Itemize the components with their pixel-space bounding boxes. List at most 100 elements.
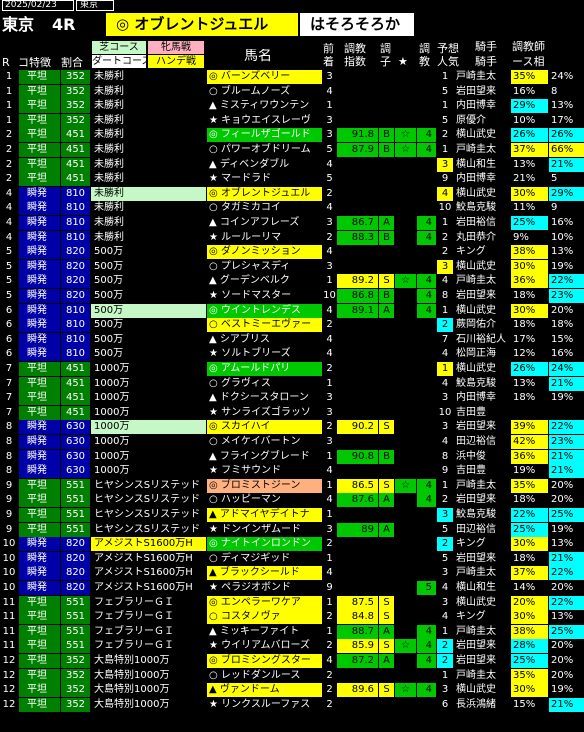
mark-icon: ◎ xyxy=(209,655,218,666)
ratio-cell: 551 xyxy=(60,595,90,610)
jockey-rate-cell: 18% xyxy=(510,391,548,406)
training-cell: 4 xyxy=(416,303,436,318)
star-cell xyxy=(394,201,416,216)
prev-finish-cell: 4 xyxy=(322,303,336,318)
jockey-cell: 横山武史 xyxy=(453,259,510,274)
ratio-cell: 352 xyxy=(60,683,90,698)
condition-cell xyxy=(378,668,394,683)
horse-cell: ★ サンライズゴラッソ xyxy=(206,405,322,420)
jockey-cell: 田辺裕信 xyxy=(453,435,510,449)
jockey-rate-cell: 20% xyxy=(510,595,548,610)
col-dg-2: 指数 xyxy=(344,56,366,67)
race-class-cell: 未勝利 xyxy=(90,230,206,245)
popularity-cell: 5 xyxy=(436,84,453,99)
horse-cell: ○ コスタノヴァ xyxy=(206,610,322,625)
race-number-cell: 11 xyxy=(0,595,18,610)
trainer-rate-cell: 66% xyxy=(548,143,584,157)
ratio-cell: 352 xyxy=(60,654,90,668)
horse-cell: ▲ ミスティワウンテン xyxy=(206,99,322,114)
trainer-rate-cell: 18% xyxy=(548,318,584,333)
jockey-cell: 横山武史 xyxy=(453,186,510,201)
condition-cell xyxy=(378,347,394,362)
condition-cell: A xyxy=(378,624,394,639)
ratio-cell: 630 xyxy=(60,449,90,464)
ratio-cell: 551 xyxy=(60,493,90,508)
ratio-cell: 810 xyxy=(60,230,90,245)
horse-name: ナイトインロンドン xyxy=(217,538,311,550)
mark-icon: ◎ xyxy=(209,187,218,199)
race-number-cell: 10 xyxy=(0,537,18,552)
condition-cell: A xyxy=(378,522,394,537)
table-row: 1 平坦 352 未勝利 ○ ブルームノーズ 4 5 岩田望来 16% 8 xyxy=(0,84,584,99)
ratio-cell: 820 xyxy=(60,566,90,581)
horse-cell: ◎ ナイトインロンドン xyxy=(206,537,322,552)
condition-cell xyxy=(378,172,394,187)
training-cell xyxy=(416,449,436,464)
star-cell xyxy=(394,508,416,522)
col-jk-1: 騎手 xyxy=(475,41,497,52)
table-row: 9 平坦 551 ヒヤシンスSリステッド ◎ ブロミストジーン 1 86.5 S ☆ 4 1 戸崎圭太… xyxy=(0,478,584,493)
training-cell xyxy=(416,464,436,479)
condition-cell xyxy=(378,551,394,566)
race-class-cell: 未勝利 xyxy=(90,128,206,143)
track-type-cell: 瞬発 xyxy=(18,274,60,289)
popularity-cell: 1 xyxy=(436,99,453,114)
horse-name: グーデンベルク xyxy=(216,275,290,287)
prev-finish-cell: 1 xyxy=(322,376,336,391)
prev-finish-cell: 2 xyxy=(322,668,336,683)
ratio-cell: 810 xyxy=(60,201,90,216)
horse-name: ウイントレンデス xyxy=(217,304,301,316)
race-class-cell: 500万 xyxy=(90,259,206,274)
trainer-rate-cell: 19% xyxy=(548,522,584,537)
prev-finish-cell: 4 xyxy=(322,332,336,347)
trainer-rate-cell: 20% xyxy=(548,478,584,493)
ratio-cell: 451 xyxy=(60,405,90,420)
training-index-cell xyxy=(336,668,378,683)
star-cell xyxy=(394,303,416,318)
track-type-cell: 瞬発 xyxy=(18,201,60,216)
table-row: 5 瞬発 820 500万 ▲ グーデンベルク 1 89.2 S ☆ 4 4 戸崎圭太 36% 22% xyxy=(0,274,584,289)
horse-name: シアブリス xyxy=(216,333,270,345)
col-track: コ特徴 xyxy=(18,57,51,68)
jockey-cell: 蕨岡佑介 xyxy=(453,318,510,333)
jockey-rate-cell: 30% xyxy=(510,303,548,318)
race-number-cell: 5 xyxy=(0,289,18,303)
race-class-cell: 500万 xyxy=(90,318,206,333)
mark-icon: ▲ xyxy=(209,509,217,520)
popularity-cell: 5 xyxy=(436,551,453,566)
popularity-cell: 2 xyxy=(436,654,453,668)
horse-cell: ○ レッドダンルース xyxy=(206,668,322,683)
race-class-cell: アメジストS1600万H xyxy=(90,537,206,552)
col-pp-2: 人気 xyxy=(437,56,459,67)
mark-icon: ▲ xyxy=(209,450,217,462)
mark-icon: ★ xyxy=(209,173,218,185)
col-dirt-course: ダートコース xyxy=(92,55,146,68)
track-type-cell: 平坦 xyxy=(18,70,60,84)
ratio-cell: 352 xyxy=(60,697,90,712)
prev-finish-cell: 3 xyxy=(322,128,336,143)
training-index-cell: 87.6 xyxy=(336,493,378,508)
popularity-cell: 1 xyxy=(436,362,453,376)
race-number-cell: 11 xyxy=(0,624,18,639)
table-row: 10 瞬発 820 アメジストS1600万H ▲ ブラックシールド 4 3 戸崎圭太 37% 22… xyxy=(0,566,584,581)
race-class-cell: 500万 xyxy=(90,347,206,362)
jockey-cell: 戸崎圭太 xyxy=(453,143,510,157)
jockey-rate-cell: 11% xyxy=(510,201,548,216)
table-row: 4 瞬発 810 未勝利 ◎ オブレントジュエル 2 4 横山武史 30% 29% xyxy=(0,186,584,201)
table-row: 5 瞬発 820 500万 ★ ソードマスター 10 86.8 B 4 8 岩田望来 18% 23% xyxy=(0,289,584,303)
horse-name: フィールザゴールド xyxy=(217,129,311,141)
prev-finish-cell: 2 xyxy=(322,230,336,245)
col-horse: 馬名 xyxy=(244,49,272,63)
training-index-cell xyxy=(336,464,378,479)
trainer-rate-cell: 24% xyxy=(548,362,584,376)
jockey-rate-cell: 29% xyxy=(510,99,548,114)
star-cell xyxy=(394,259,416,274)
condition-cell: A xyxy=(378,376,394,391)
trainer-rate-cell: 8 xyxy=(548,84,584,99)
race-number-cell: 4 xyxy=(0,201,18,216)
prev-finish-cell: 2 xyxy=(322,639,336,654)
race-number-cell: 1 xyxy=(0,70,18,84)
track-type-cell: 瞬発 xyxy=(18,230,60,245)
table-row: 1 平坦 352 未勝利 ◎ バーンズベリー 3 1 戸崎圭太 35% 24% xyxy=(0,70,584,84)
jockey-rate-cell: 21% xyxy=(510,172,548,187)
